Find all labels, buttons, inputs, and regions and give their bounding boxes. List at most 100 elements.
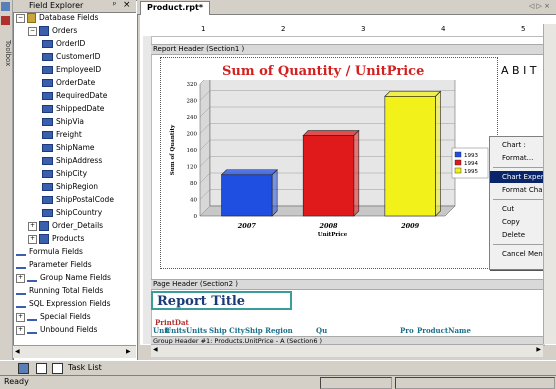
tree-item[interactable]: Freight (42, 130, 82, 140)
tree-item[interactable]: Running Total Fields (16, 286, 103, 296)
status-pane (395, 377, 555, 389)
field-icon (42, 105, 53, 113)
tree-item[interactable]: + Special Fields (16, 312, 91, 322)
tree-item[interactable]: CustomerID (42, 52, 100, 62)
bar-chart: 0 40 80 120 160 200 240 280 320 Sum of Quantity 20… (170, 80, 489, 238)
tree-item[interactable]: + Products (28, 234, 84, 244)
tree-item[interactable]: ShipCity (42, 169, 87, 179)
bar-top (220, 169, 278, 176)
bar (384, 96, 436, 217)
expand-icon[interactable]: + (28, 234, 37, 244)
tree-item[interactable]: ShipName (42, 143, 95, 153)
y-tick-label: 160 (187, 148, 198, 154)
field-icon (42, 157, 53, 165)
scroll-left-icon[interactable]: ◀ (153, 346, 158, 353)
tree-item-label: ShipCity (56, 169, 88, 178)
tree-item[interactable]: ShipCountry (42, 208, 102, 218)
field-icon (42, 66, 53, 74)
field-icon (42, 118, 53, 126)
tools-icon[interactable] (1, 16, 10, 25)
tree-item-label: RequiredDate (56, 91, 108, 100)
bar (221, 174, 273, 217)
canvas-vertical-scrollbar[interactable] (543, 24, 556, 344)
tab-product-rpt[interactable]: Product.rpt* (140, 1, 211, 15)
bar-top (384, 91, 442, 97)
tree-item[interactable]: + Unbound Fields (16, 325, 97, 335)
checklist-icon[interactable] (52, 363, 63, 374)
tree-item[interactable]: ShipPostalCode (42, 195, 114, 205)
tab-nav-controls[interactable]: ◁ ▷ × (529, 2, 550, 10)
tree-item[interactable]: + Order_Details (28, 221, 103, 231)
tree-item[interactable]: + Group Name Fields (16, 273, 111, 283)
abit-text: A B I T (501, 64, 537, 77)
tree-item-label: Running Total Fields (29, 286, 104, 295)
tree-item[interactable]: − Orders (28, 26, 77, 36)
tree-item[interactable]: RequiredDate (42, 91, 107, 101)
x-tick-label: 2007 (237, 222, 257, 230)
tree-item[interactable]: − Database Fields (16, 13, 98, 23)
field-icon (42, 144, 53, 152)
field-explorer-titlebar: Field Explorer ᵖ × (13, 0, 136, 13)
tree-item[interactable]: OrderID (42, 39, 85, 49)
pin-icon[interactable]: ᵖ (113, 0, 116, 9)
field-heading[interactable]: Ship Region (245, 326, 293, 335)
tree-item[interactable]: Formula Fields (16, 247, 83, 257)
scroll-left-icon[interactable]: ◀ (15, 348, 23, 356)
legend-swatch (454, 159, 462, 166)
field-heading[interactable]: ProductName (417, 326, 471, 335)
section-report-header[interactable]: Report Header (Section1 ) (151, 44, 545, 55)
field-category-icon (16, 248, 26, 256)
report-title[interactable]: Report Title (151, 291, 292, 310)
bar-side (435, 90, 441, 217)
scroll-right-icon[interactable]: ▶ (536, 346, 541, 353)
table-icon (39, 221, 49, 231)
table-icon (39, 234, 49, 244)
scroll-right-icon[interactable]: ▶ (126, 348, 134, 356)
tree-horizontal-scrollbar[interactable]: ◀ ▶ (13, 345, 136, 358)
section-page-header[interactable]: Page Header (Section2 ) (151, 279, 545, 290)
tree-item-label: Database Fields (39, 13, 99, 22)
expand-icon[interactable]: + (16, 325, 25, 335)
expand-icon[interactable]: + (16, 273, 25, 283)
y-tick-label: 40 (190, 198, 197, 204)
tree-item-label: ShipVia (56, 117, 85, 126)
toolbox-label[interactable]: Toolbox (0, 40, 12, 100)
field-heading[interactable]: Units (165, 326, 186, 335)
grid-view-icon[interactable] (18, 363, 29, 374)
expand-icon[interactable]: + (28, 221, 37, 231)
tree-item[interactable]: EmployeeID (42, 65, 101, 75)
tree-item-label: SQL Expression Fields (29, 299, 111, 308)
field-category-icon (27, 274, 37, 282)
list-view-icon[interactable] (36, 363, 47, 374)
close-icon[interactable]: × (123, 0, 131, 10)
expand-icon[interactable]: + (16, 312, 25, 322)
toolbox-strip[interactable]: Toolbox (0, 0, 13, 375)
y-tick-label: 320 (187, 82, 198, 88)
tree-item[interactable]: Parameter Fields (16, 260, 92, 270)
task-list-tab[interactable]: Task List (68, 363, 102, 372)
tree-item[interactable]: OrderDate (42, 78, 95, 88)
tree-item-label: Unbound Fields (40, 325, 98, 334)
y-tick-label: 240 (187, 115, 198, 121)
field-category-icon (16, 300, 26, 308)
status-text: Ready (4, 377, 29, 386)
canvas-horizontal-scrollbar[interactable]: ◀ ▶ (151, 344, 543, 357)
tree-item[interactable]: ShipVia (42, 117, 84, 127)
chart-title: Sum of Quantity / UnitPrice (222, 64, 425, 79)
field-heading[interactable]: Pro (400, 326, 414, 335)
field-heading[interactable]: Qu (316, 326, 327, 335)
chart-side-wall (199, 80, 211, 217)
field-icon (42, 196, 53, 204)
tree-item[interactable]: ShipAddress (42, 156, 102, 166)
collapse-icon[interactable]: − (16, 13, 25, 23)
field-category-icon (16, 287, 26, 295)
tree-item[interactable]: SQL Expression Fields (16, 299, 111, 309)
field-heading[interactable]: Units (186, 326, 207, 335)
tree-item[interactable]: ShipRegion (42, 182, 98, 192)
x-tick-label: 2008 (318, 222, 338, 230)
collapse-icon[interactable]: − (28, 26, 37, 36)
server-explorer-icon[interactable] (1, 2, 10, 11)
field-heading[interactable]: Ship City (209, 326, 245, 335)
y-tick-label: 200 (187, 132, 198, 138)
tree-item[interactable]: ShippedDate (42, 104, 104, 114)
